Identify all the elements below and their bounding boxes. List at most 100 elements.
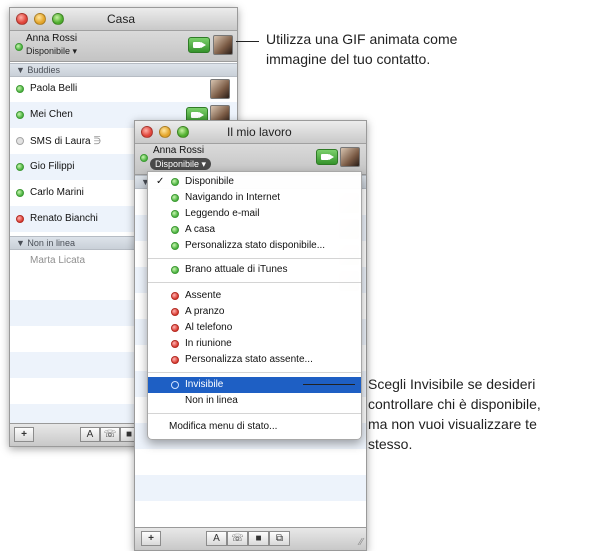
away-dot-icon — [16, 215, 24, 223]
phone-icon: ☏ — [103, 429, 117, 440]
user-status-bar: Anna Rossi Disponibile ▾ — [10, 31, 237, 62]
callout-leader-line — [303, 384, 355, 385]
group-header-buddies[interactable]: ▼ Buddies — [10, 63, 237, 77]
menu-item-label: Leggendo e-mail — [185, 208, 260, 219]
available-dot-icon — [171, 242, 179, 250]
menu-item-al-telefono[interactable]: Al telefono — [148, 320, 361, 336]
buddy-name: Gio Filippi — [30, 161, 75, 172]
menu-item-in-riunione[interactable]: In riunione — [148, 336, 361, 352]
video-chat-button[interactable]: ■ — [248, 531, 269, 546]
menu-separator — [148, 372, 361, 373]
available-dot-icon — [171, 194, 179, 202]
menu-item-a-pranzo[interactable]: A pranzo — [148, 304, 361, 320]
menu-item-leggendo[interactable]: Leggendo e-mail — [148, 206, 361, 222]
menu-item-label: Modifica menu di stato... — [169, 421, 278, 432]
menu-item-label: Al telefono — [185, 322, 233, 333]
phone-icon: ☏ — [231, 533, 244, 544]
available-dot-icon — [16, 111, 24, 119]
buddy-name: Carlo Marini — [30, 187, 84, 198]
menu-item-custom-available[interactable]: Personalizza stato disponibile... — [148, 238, 361, 254]
zoom-button[interactable] — [177, 126, 189, 138]
menu-item-label: Assente — [185, 290, 222, 301]
menu-item-invisibile[interactable]: Invisibile — [148, 377, 361, 393]
audio-chat-button[interactable]: ☏ — [100, 427, 120, 442]
available-dot-icon — [171, 266, 179, 274]
away-dot-icon — [171, 308, 179, 316]
callout-line: Utilizza una GIF animata come — [266, 31, 458, 47]
text-chat-button[interactable]: A — [206, 531, 227, 546]
camera-icon: ■ — [125, 429, 133, 440]
screen-share-button[interactable]: ⧉ — [269, 531, 290, 546]
menu-item-itunes[interactable]: Brano attuale di iTunes — [148, 262, 361, 278]
menu-item-custom-away[interactable]: Personalizza stato assente... — [148, 352, 361, 368]
menu-item-label: Disponibile — [185, 176, 234, 187]
buddy-row[interactable]: Paola Belli — [10, 76, 237, 102]
bottom-toolbar: + A ☏ ■ ⧉ ⁄⁄ — [135, 527, 366, 550]
group-label: Non in linea — [27, 238, 75, 248]
menu-item-modifica[interactable]: Modifica menu di stato... — [148, 419, 361, 435]
callout-line: Scegli Invisibile se desideri — [368, 376, 536, 392]
menu-item-label: Brano attuale di iTunes — [185, 264, 288, 275]
zoom-button[interactable] — [52, 13, 64, 25]
menu-item-label: A pranzo — [185, 306, 225, 317]
casa-titlebar[interactable]: Casa — [10, 8, 237, 31]
minimize-button[interactable] — [159, 126, 171, 138]
menu-item-label: Non in linea — [185, 395, 238, 406]
resize-grip-icon[interactable]: ⁄⁄ — [360, 537, 363, 548]
close-button[interactable] — [141, 126, 153, 138]
add-buddy-button[interactable]: + — [141, 531, 161, 546]
status-label: Disponibile — [26, 46, 71, 56]
menu-separator — [148, 258, 361, 259]
camera-icon: ■ — [255, 533, 262, 544]
status-popup[interactable]: Disponibile ▾ — [26, 46, 77, 57]
minimize-button[interactable] — [34, 13, 46, 25]
avatar[interactable] — [213, 35, 233, 55]
callout-line: ma non vuoi visualizzare te — [368, 416, 537, 432]
close-button[interactable] — [16, 13, 28, 25]
window-title: Il mio lavoro — [227, 125, 292, 139]
available-dot-icon — [171, 210, 179, 218]
status-menu: ✓ Disponibile Navigando in Internet Legg… — [147, 171, 362, 440]
video-camera-icon[interactable] — [188, 37, 210, 53]
menu-item-disponibile[interactable]: ✓ Disponibile — [148, 174, 361, 190]
status-dot-icon — [15, 43, 23, 51]
lavoro-titlebar[interactable]: Il mio lavoro — [135, 121, 366, 144]
menu-item-a-casa[interactable]: A casa — [148, 222, 361, 238]
callout-animated-gif: Utilizza una GIF animata come immagine d… — [266, 29, 457, 69]
audio-chat-button[interactable]: ☏ — [227, 531, 248, 546]
callout-leader-line — [236, 41, 259, 42]
menu-item-label: A casa — [185, 224, 216, 235]
menu-item-navigando[interactable]: Navigando in Internet — [148, 190, 361, 206]
group-label: Buddies — [27, 65, 60, 75]
away-dot-icon — [171, 292, 179, 300]
menu-item-label: In riunione — [185, 338, 232, 349]
away-dot-icon — [171, 324, 179, 332]
status-dot-icon — [140, 154, 148, 162]
menu-item-label: Navigando in Internet — [185, 192, 281, 203]
status-popup[interactable]: Disponibile ▾ — [150, 158, 212, 170]
buddy-name: Renato Bianchi — [30, 213, 98, 224]
user-name: Anna Rossi — [26, 33, 78, 44]
buddy-name: Paola Belli — [30, 83, 78, 94]
away-dot-icon — [171, 356, 179, 364]
invisible-dot-icon — [171, 381, 179, 389]
signal-icon: ⋽ — [93, 136, 102, 146]
available-dot-icon — [16, 85, 24, 93]
text-chat-button[interactable]: A — [80, 427, 100, 442]
menu-item-non-in-linea[interactable]: Non in linea — [148, 393, 361, 409]
callout-invisible: Scegli Invisibile se desideri controllar… — [368, 374, 613, 454]
menu-item-label: Personalizza stato assente... — [185, 354, 313, 365]
callout-line: stesso. — [368, 436, 413, 452]
video-camera-icon[interactable] — [316, 149, 338, 165]
buddy-name: SMS di Laura — [30, 136, 91, 147]
window-title: Casa — [107, 12, 136, 26]
status-label: Disponibile — [155, 159, 200, 169]
checkmark-icon: ✓ — [156, 176, 165, 187]
available-dot-icon — [171, 178, 179, 186]
buddy-name: Mei Chen — [30, 109, 73, 120]
menu-item-assente[interactable]: Assente — [148, 288, 361, 304]
callout-line: controllare chi è disponibile, — [368, 396, 541, 412]
add-buddy-button[interactable]: + — [14, 427, 34, 442]
avatar[interactable] — [340, 147, 360, 167]
available-dot-icon — [16, 189, 24, 197]
